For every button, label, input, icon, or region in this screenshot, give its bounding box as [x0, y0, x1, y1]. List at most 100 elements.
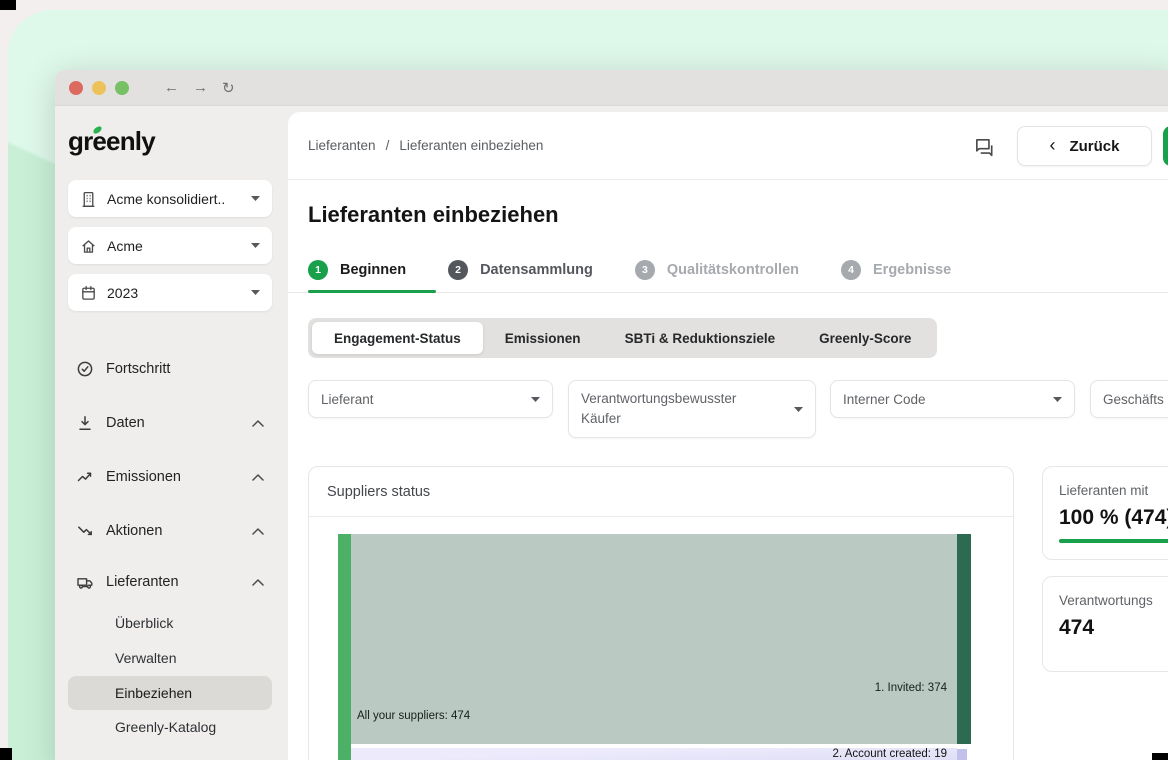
chevron-down-icon — [251, 290, 260, 295]
filter-lieferant[interactable]: Lieferant — [308, 380, 553, 418]
browser-window: ← → ↻ greenly Acme konsolidiert. — [55, 70, 1168, 760]
corner-artifact — [0, 748, 12, 760]
home-icon — [80, 237, 97, 254]
kpi-card-verantwortungsbewusste: Verantwortungs 474 — [1042, 576, 1168, 672]
step-label: Beginnen — [340, 262, 406, 278]
kpi-accent-bar — [1059, 539, 1168, 543]
sidebar-subitem-einbeziehen[interactable]: Einbeziehen — [68, 676, 272, 710]
entity-selector[interactable]: Acme — [68, 227, 272, 264]
sidebar-item-aktionen[interactable]: Aktionen — [68, 516, 272, 546]
chat-icon — [973, 136, 995, 158]
breadcrumb-separator: / — [386, 138, 390, 153]
funnel-account-created-label: 2. Account created: 19 — [833, 748, 947, 760]
sidebar-item-label: Fortschritt — [106, 361, 170, 377]
filter-placeholder: Geschäfts — [1103, 392, 1164, 407]
step-number: 4 — [841, 260, 861, 280]
sidebar-subitem-greenly-katalog[interactable]: Greenly-Katalog — [68, 712, 272, 742]
corner-artifact — [0, 0, 16, 10]
sidebar-item-label: Lieferanten — [106, 574, 179, 590]
sidebar: greenly Acme konsolidiert.. — [55, 106, 288, 760]
page-title: Lieferanten einbeziehen — [308, 202, 559, 228]
primary-action-button[interactable] — [1163, 126, 1168, 166]
step-label: Datensammlung — [480, 262, 593, 278]
window-minimize-button[interactable] — [92, 81, 106, 95]
suppliers-funnel-chart: All your suppliers: 474 1. Invited: 374 … — [309, 517, 1013, 760]
step-datensammlung[interactable]: 2 Datensammlung — [448, 260, 593, 280]
breadcrumb: Lieferanten / Lieferanten einbeziehen — [308, 138, 543, 153]
data-download-icon — [76, 414, 94, 432]
stepper: 1 Beginnen 2 Datensammlung 3 Qualitätsko… — [308, 260, 951, 280]
emissions-chart-icon — [76, 468, 94, 486]
kpi-label: Lieferanten mit — [1059, 483, 1168, 498]
breadcrumb-item-current: Lieferanten einbeziehen — [399, 138, 543, 153]
actions-arrow-icon — [76, 522, 94, 540]
browser-titlebar: ← → ↻ — [55, 70, 1168, 106]
breadcrumb-item-lieferanten[interactable]: Lieferanten — [308, 138, 376, 153]
filter-placeholder: Interner Code — [843, 392, 926, 407]
suppliers-truck-icon — [76, 573, 94, 591]
funnel-source-bar — [338, 534, 351, 760]
sidebar-item-label: Aktionen — [106, 523, 162, 539]
org-selector[interactable]: Acme konsolidiert.. — [68, 180, 272, 217]
building-icon — [80, 190, 97, 207]
tab-bar: Engagement-Status Emissionen SBTi & Redu… — [308, 318, 937, 358]
filter-interner-code[interactable]: Interner Code — [830, 380, 1075, 418]
sidebar-item-daten[interactable]: Daten — [68, 408, 272, 438]
sidebar-item-emissionen[interactable]: Emissionen — [68, 462, 272, 492]
year-selector[interactable]: 2023 — [68, 274, 272, 311]
kpi-card-lieferanten-mit: Lieferanten mit 100 % (474) — [1042, 466, 1168, 560]
window-close-button[interactable] — [69, 81, 83, 95]
step-beginnen[interactable]: 1 Beginnen — [308, 260, 406, 280]
chevron-up-icon — [252, 579, 264, 586]
chevron-down-icon — [251, 243, 260, 248]
chevron-down-icon — [531, 397, 540, 402]
back-button-label: Zurück — [1069, 138, 1119, 155]
chevron-down-icon — [251, 196, 260, 201]
step-label: Qualitätskontrollen — [667, 262, 799, 278]
kpi-value: 100 % (474) — [1059, 506, 1168, 530]
browser-forward-icon[interactable]: → — [193, 79, 208, 96]
chevron-left-icon: ‹ — [1049, 135, 1055, 156]
logo-text: greenly — [68, 126, 155, 156]
sidebar-item-label: Daten — [106, 415, 145, 431]
browser-reload-icon[interactable]: ↻ — [222, 79, 235, 97]
suppliers-status-card: Suppliers status All your suppliers: 474… — [308, 466, 1014, 760]
step-ergebnisse[interactable]: 4 Ergebnisse — [841, 260, 951, 280]
tab-emissionen[interactable]: Emissionen — [483, 322, 603, 354]
chevron-down-icon — [794, 407, 803, 412]
sidebar-item-label: Emissionen — [106, 469, 181, 485]
sidebar-subitem-ueberblick[interactable]: Überblick — [68, 608, 272, 638]
corner-artifact — [1152, 753, 1168, 760]
kpi-label: Verantwortungs — [1059, 593, 1168, 608]
sidebar-subitem-verwalten[interactable]: Verwalten — [68, 643, 272, 673]
kpi-value: 474 — [1059, 616, 1168, 640]
chevron-up-icon — [252, 420, 264, 427]
funnel-source-label: All your suppliers: 474 — [357, 710, 470, 722]
window-maximize-button[interactable] — [115, 81, 129, 95]
chevron-up-icon — [252, 474, 264, 481]
greenly-logo[interactable]: greenly — [68, 126, 155, 157]
funnel-invited-label: 1. Invited: 374 — [875, 682, 947, 694]
tab-engagement-status[interactable]: Engagement-Status — [312, 322, 483, 354]
step-qualitaetskontrollen[interactable]: 3 Qualitätskontrollen — [635, 260, 799, 280]
screen: ← → ↻ greenly Acme konsolidiert. — [0, 0, 1168, 760]
sidebar-item-fortschritt[interactable]: Fortschritt — [68, 354, 272, 384]
progress-check-icon — [76, 360, 94, 378]
browser-back-icon[interactable]: ← — [164, 79, 179, 96]
year-selector-value: 2023 — [107, 285, 138, 301]
stepper-active-indicator — [308, 290, 436, 293]
filter-geschaeftsbereich[interactable]: Geschäfts — [1090, 380, 1168, 418]
calendar-icon — [80, 284, 97, 301]
filter-verantwortungsbewusster-kaeufer[interactable]: Verantwortungsbewusster Käufer — [568, 380, 816, 438]
tab-greenly-score[interactable]: Greenly-Score — [797, 322, 933, 354]
step-number: 3 — [635, 260, 655, 280]
step-number: 1 — [308, 260, 328, 280]
chart-title: Suppliers status — [309, 467, 1013, 517]
step-number: 2 — [448, 260, 468, 280]
step-label: Ergebnisse — [873, 262, 951, 278]
back-button[interactable]: ‹ Zurück — [1017, 126, 1152, 166]
org-selector-value: Acme konsolidiert.. — [107, 191, 225, 207]
feedback-chat-button[interactable] — [971, 134, 997, 160]
tab-sbti-reduktionsziele[interactable]: SBTi & Reduktionsziele — [603, 322, 798, 354]
sidebar-item-lieferanten[interactable]: Lieferanten — [68, 567, 272, 597]
